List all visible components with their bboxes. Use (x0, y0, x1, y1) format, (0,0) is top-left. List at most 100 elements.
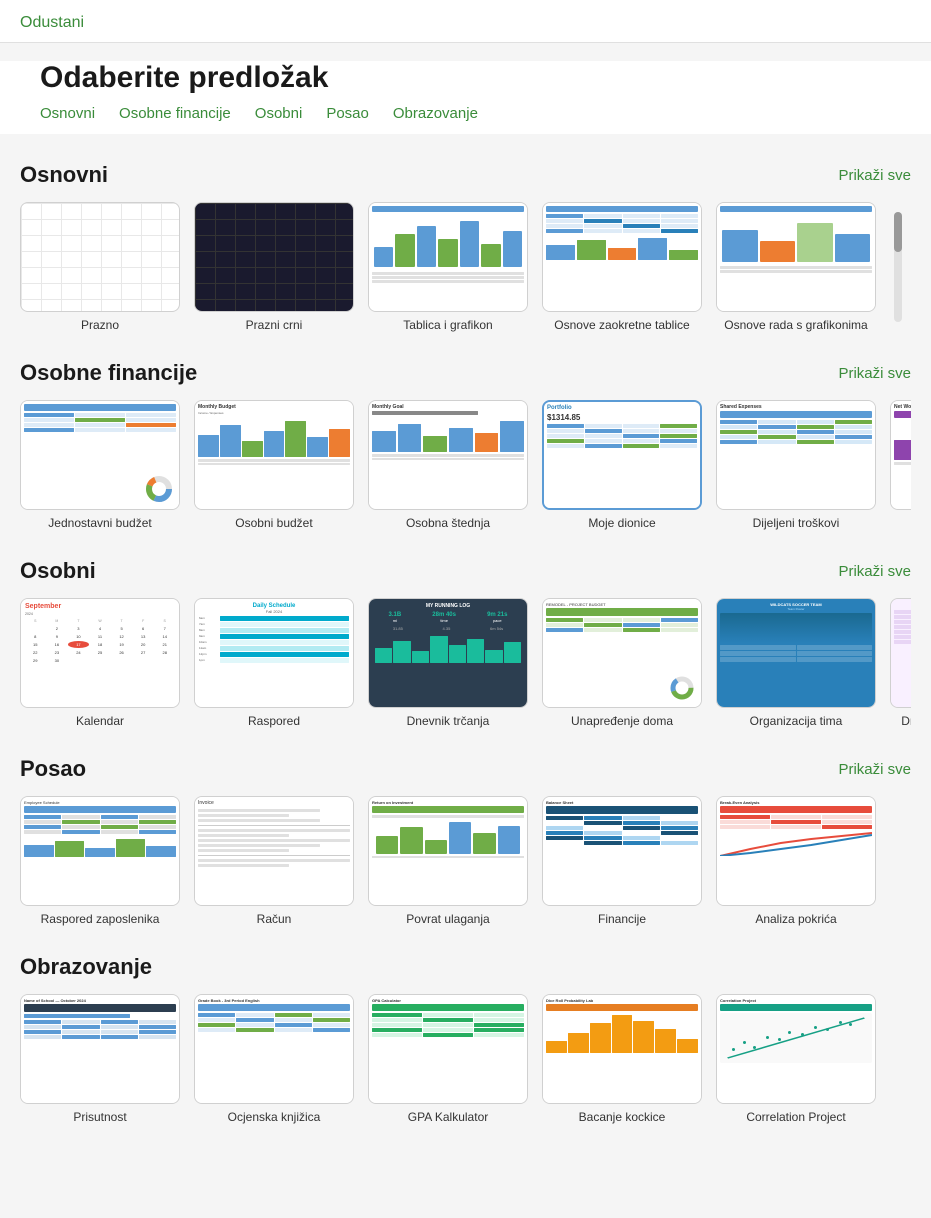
template-label-racun: Račun (257, 912, 292, 926)
template-raspored-zaposlenika[interactable]: Employee Schedule (20, 796, 180, 926)
section-title-osobne-financije: Osobne financije (20, 360, 197, 386)
template-label-ocjenaska-knjizica: Ocjenska knjižica (228, 1110, 321, 1124)
section-obrazovanje: Obrazovanje Name of School — October 202… (20, 954, 911, 1124)
nav-item-osnovni[interactable]: Osnovni (40, 105, 95, 122)
template-thumb-prazno (20, 202, 180, 312)
template-label-prisutnost: Prisutnost (73, 1110, 126, 1124)
nav-item-obrazovanje[interactable]: Obrazovanje (393, 105, 478, 122)
template-thumb-povrat-ulaganja: Return on Investment (368, 796, 528, 906)
template-thumb-dnevnik-trcanja: MY RUNNING LOG 3.1Bmi 28m 40stime 9m 21s… (368, 598, 528, 708)
template-osobna-stednja[interactable]: Monthly Goal (368, 400, 528, 530)
show-all-osobni[interactable]: Prikaži sve (838, 563, 911, 580)
template-thumb-raspored: Daily Schedule Fall 2024 6am 7am 8am 9am… (194, 598, 354, 708)
nav-item-posao[interactable]: Posao (326, 105, 369, 122)
scroll-indicator-osnovni (894, 212, 902, 322)
template-grafikon-osnove[interactable]: Osnove rada s grafikonima (716, 202, 876, 332)
category-nav: Osnovni Osobne financije Osobni Posao Ob… (20, 105, 911, 134)
template-label-dnevnik-trcanja: Dnevnik trčanja (407, 714, 490, 728)
template-label-raspored-zaposlenika: Raspored zaposlenika (41, 912, 160, 926)
templates-row-osnovni: Prazno Prazni crni (20, 202, 911, 332)
nav-item-osobne-financije[interactable]: Osobne financije (119, 105, 231, 122)
section-osobne-financije: Osobne financije Prikaži sve (20, 360, 911, 530)
template-povrat-ulaganja[interactable]: Return on Investment (368, 796, 528, 926)
template-label-moje-dionice: Moje dionice (588, 516, 655, 530)
template-label-dnevnik-djeteta: Dnevnik djetetova razvoja (901, 714, 911, 728)
template-thumb-neto-vrijednost: Net Worth Overview (890, 400, 911, 510)
template-thumb-osobna-stednja: Monthly Goal (368, 400, 528, 510)
templates-row-osobni: September 2024 SMTWTFS 234567 8910111213… (20, 598, 911, 728)
template-thumb-raspored-zaposlenika: Employee Schedule (20, 796, 180, 906)
template-thumb-gpa-kalkulator: GPA Calculator (368, 994, 528, 1104)
template-label-financije: Financije (598, 912, 646, 926)
template-thumb-jednostavni-budzet (20, 400, 180, 510)
template-korelacija[interactable]: Correlation Project (716, 994, 876, 1124)
template-tablica-grafikon[interactable]: Tablica i grafikon (368, 202, 528, 332)
template-thumb-bacanje-kockice: Dice Roll Probability Lab (542, 994, 702, 1104)
template-label-organizacija-tima: Organizacija tima (750, 714, 843, 728)
template-moje-dionice[interactable]: Portfolio $1314.85 Moje dionice (542, 400, 702, 530)
template-thumb-zaokretna-tablica (542, 202, 702, 312)
template-ocjenaska-knjizica[interactable]: Grade Book - 3rd Period English Ocjenska… (194, 994, 354, 1124)
template-kalendar[interactable]: September 2024 SMTWTFS 234567 8910111213… (20, 598, 180, 728)
template-prisutnost[interactable]: Name of School — October 2024 Prisutnost (20, 994, 180, 1124)
template-raspored[interactable]: Daily Schedule Fall 2024 6am 7am 8am 9am… (194, 598, 354, 728)
template-label-povrat-ulaganja: Povrat ulaganja (406, 912, 489, 926)
templates-row-posao: Employee Schedule (20, 796, 911, 926)
templates-content: Osnovni Prikaži sve Prazno Prazni crni (0, 162, 931, 1164)
template-neto-vrijednost[interactable]: Net Worth Overview (890, 400, 911, 530)
section-osnovni: Osnovni Prikaži sve Prazno Prazni crni (20, 162, 911, 332)
section-posao: Posao Prikaži sve Employee Schedule (20, 756, 911, 926)
template-label-prazni-crni: Prazni crni (246, 318, 303, 332)
template-thumb-prisutnost: Name of School — October 2024 (20, 994, 180, 1104)
template-label-zaokretna-tablica: Osnove zaokretne tablice (554, 318, 689, 332)
template-thumb-moje-dionice: Portfolio $1314.85 (542, 400, 702, 510)
template-thumb-dijeljeni-troskovi: Shared Expenses (716, 400, 876, 510)
template-osobni-budzet[interactable]: Monthly Budget Income / Expenses (194, 400, 354, 530)
template-dnevnik-djeteta[interactable]: Baby's First Year Dnevnik djetetova razv… (890, 598, 911, 728)
template-racun[interactable]: Invoice Račun (194, 796, 354, 926)
section-title-posao: Posao (20, 756, 86, 782)
template-label-prazno: Prazno (81, 318, 119, 332)
template-thumb-financije: Balance Sheet (542, 796, 702, 906)
template-label-kalendar: Kalendar (76, 714, 124, 728)
template-thumb-racun: Invoice (194, 796, 354, 906)
show-all-posao[interactable]: Prikaži sve (838, 761, 911, 778)
top-bar: Odustani Odaberite predložak Osnovni Oso… (0, 0, 931, 134)
template-thumb-tablica-grafikon (368, 202, 528, 312)
show-all-osobne-financije[interactable]: Prikaži sve (838, 365, 911, 382)
template-dnevnik-trcanja[interactable]: MY RUNNING LOG 3.1Bmi 28m 40stime 9m 21s… (368, 598, 528, 728)
section-title-osnovni: Osnovni (20, 162, 108, 188)
cancel-button[interactable]: Odustani (20, 14, 84, 32)
template-financije[interactable]: Balance Sheet Financije (542, 796, 702, 926)
template-gpa-kalkulator[interactable]: GPA Calculator GPA Kalkulator (368, 994, 528, 1124)
template-label-osobna-stednja: Osobna štednja (406, 516, 490, 530)
template-thumb-osobni-budzet: Monthly Budget Income / Expenses (194, 400, 354, 510)
template-thumb-organizacija-tima: WILDCATS SOCCER TEAM Team Roster (716, 598, 876, 708)
template-thumb-analiza-pokrica: Break-Even Analysis (716, 796, 876, 906)
page-title: Odaberite predložak (40, 61, 891, 95)
template-thumb-prazni-crni (194, 202, 354, 312)
template-organizacija-tima[interactable]: WILDCATS SOCCER TEAM Team Roster Organiz… (716, 598, 876, 728)
template-thumb-dnevnik-djeteta: Baby's First Year (890, 598, 911, 708)
show-all-osnovni[interactable]: Prikaži sve (838, 167, 911, 184)
template-bacanje-kockice[interactable]: Dice Roll Probability Lab Ba (542, 994, 702, 1124)
template-prazni-crni[interactable]: Prazni crni (194, 202, 354, 332)
template-jednostavni-budzet[interactable]: Jednostavni budžet (20, 400, 180, 530)
template-thumb-grafikon-osnove (716, 202, 876, 312)
template-zaokretna-tablica[interactable]: Osnove zaokretne tablice (542, 202, 702, 332)
template-prazno[interactable]: Prazno (20, 202, 180, 332)
template-thumb-kalendar: September 2024 SMTWTFS 234567 8910111213… (20, 598, 180, 708)
template-dijeljeni-troskovi[interactable]: Shared Expenses Dijeljeni troškovi (716, 400, 876, 530)
template-label-gpa-kalkulator: GPA Kalkulator (408, 1110, 488, 1124)
template-thumb-korelacija: Correlation Project (716, 994, 876, 1104)
template-label-jednostavni-budzet: Jednostavni budžet (48, 516, 151, 530)
nav-item-osobni[interactable]: Osobni (255, 105, 303, 122)
template-label-korelacija: Correlation Project (746, 1110, 845, 1124)
template-label-tablica-grafikon: Tablica i grafikon (403, 318, 492, 332)
template-analiza-pokrica[interactable]: Break-Even Analysis Analiza po (716, 796, 876, 926)
section-title-osobni: Osobni (20, 558, 96, 584)
template-thumb-ocjenaska-knjizica: Grade Book - 3rd Period English (194, 994, 354, 1104)
template-label-raspored: Raspored (248, 714, 300, 728)
template-label-grafikon-osnove: Osnove rada s grafikonima (724, 318, 867, 332)
template-unapredjenje-doma[interactable]: REMODEL - PROJECT BUDGET Unapređenje (542, 598, 702, 728)
